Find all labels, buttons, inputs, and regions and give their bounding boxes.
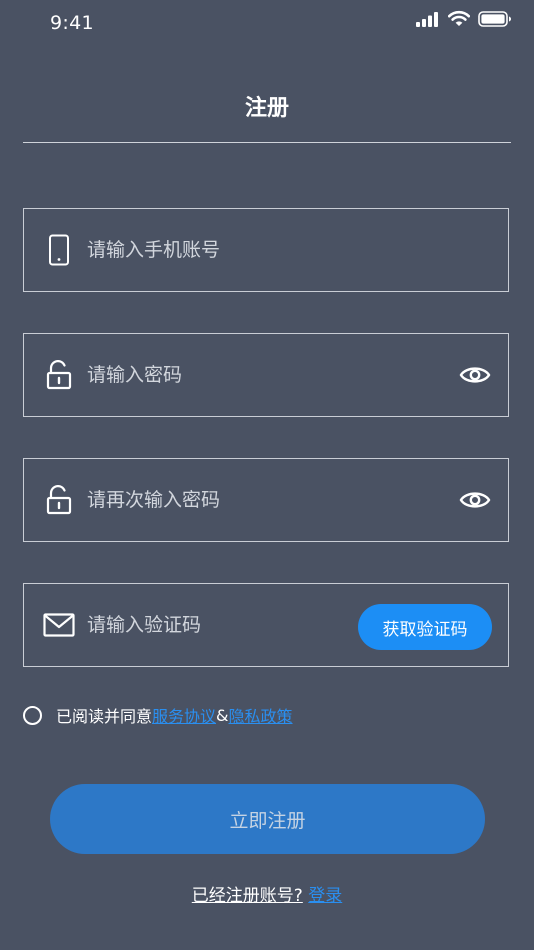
- agree-radio[interactable]: [23, 705, 42, 725]
- login-link[interactable]: 登录: [308, 886, 342, 906]
- page-title: 注册: [244, 96, 289, 121]
- phone-icon: [42, 209, 76, 291]
- phone-field[interactable]: [23, 208, 509, 292]
- lock-icon: [42, 334, 76, 416]
- agreement-row: 已阅读并同意 服务协议 & 隐私政策: [23, 703, 293, 727]
- confirm-password-input[interactable]: [87, 459, 387, 541]
- privacy-link[interactable]: 隐私政策: [229, 703, 293, 727]
- password-field[interactable]: [23, 333, 509, 417]
- password-visibility-eye-icon[interactable]: [458, 334, 492, 416]
- title-divider: [23, 142, 511, 143]
- get-verification-code-button[interactable]: 获取验证码: [358, 604, 492, 650]
- phone-input[interactable]: [87, 209, 387, 291]
- lock-icon: [42, 459, 76, 541]
- status-bar: 9:41: [0, 0, 534, 46]
- login-prompt-text: 已经注册账号?: [191, 886, 303, 906]
- battery-icon: [478, 10, 512, 31]
- terms-link[interactable]: 服务协议: [152, 703, 216, 727]
- wifi-icon: [447, 10, 471, 31]
- agreement-separator: &: [216, 705, 229, 725]
- status-icons: [416, 10, 512, 31]
- password-input[interactable]: [87, 334, 387, 416]
- confirm-password-visibility-eye-icon[interactable]: [458, 459, 492, 541]
- verification-code-field[interactable]: 获取验证码: [23, 583, 509, 667]
- status-time: 9:41: [50, 12, 94, 34]
- agreement-prefix: 已阅读并同意: [56, 707, 153, 726]
- confirm-password-field[interactable]: [23, 458, 509, 542]
- verification-code-input[interactable]: [87, 584, 387, 666]
- register-button[interactable]: 立即注册: [50, 784, 485, 854]
- login-prompt: 已经注册账号? 登录: [0, 881, 534, 906]
- mail-icon: [42, 584, 76, 666]
- signal-icon: [416, 11, 440, 31]
